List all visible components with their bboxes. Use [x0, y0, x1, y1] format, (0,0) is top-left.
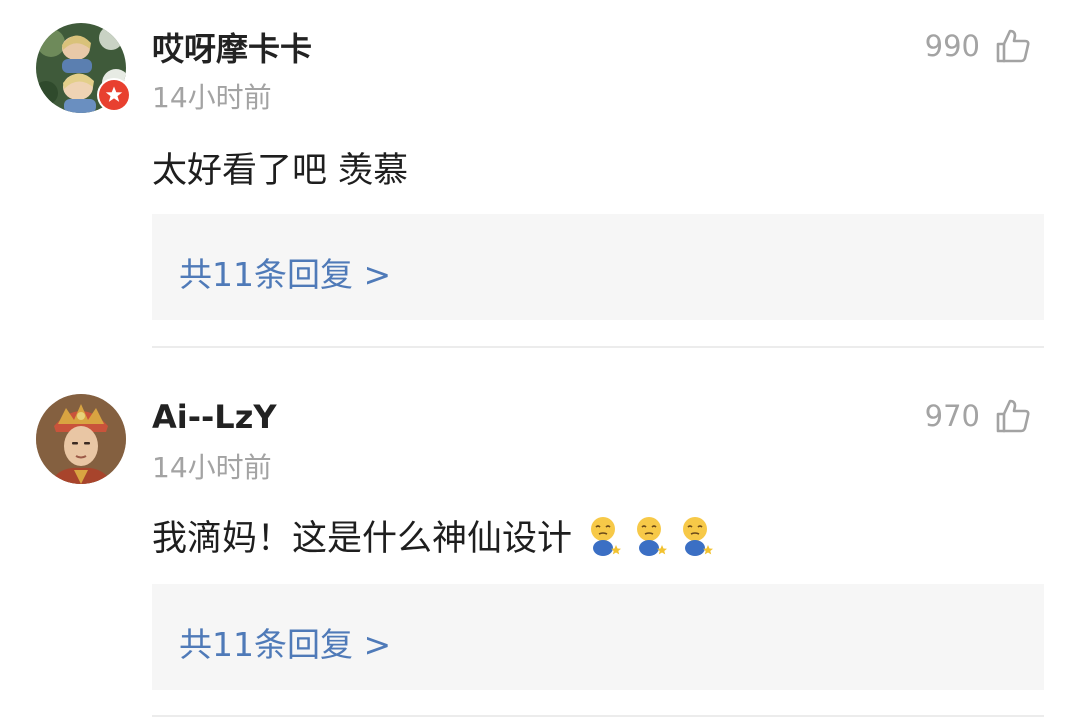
- username[interactable]: 哎呀摩卡卡: [152, 24, 312, 70]
- comment-text: 太好看了吧 羡慕: [152, 142, 408, 193]
- view-replies-link[interactable]: 共11条回复 >: [179, 618, 391, 666]
- comment-item: Ai--LzY 14小时前 970 我滴妈！这是什么神仙设计 共11条回复 >: [0, 370, 1080, 723]
- pleading-face-emoji-icon: [678, 515, 716, 557]
- like-count: 970: [924, 399, 980, 433]
- comment-time: 14小时前: [152, 81, 272, 114]
- comment-body: 太好看了吧 羡慕: [152, 151, 409, 191]
- like-button[interactable]: 990: [925, 24, 1032, 68]
- pleading-face-emoji-icon: [586, 515, 624, 557]
- comment-time: 14小时前: [152, 451, 272, 484]
- divider: [152, 715, 1044, 717]
- thumbs-up-icon: [994, 397, 1032, 435]
- view-replies-link[interactable]: 共11条回复 >: [179, 248, 391, 296]
- pleading-face-emoji-icon: [632, 515, 670, 557]
- comment-text: 我滴妈！这是什么神仙设计: [152, 510, 716, 561]
- emoji-group: [586, 515, 716, 557]
- verified-badge-icon: [97, 78, 131, 112]
- like-count: 990: [924, 29, 980, 63]
- user-avatar[interactable]: [36, 394, 126, 484]
- comment-body: 我滴妈！这是什么神仙设计: [152, 519, 573, 559]
- username[interactable]: Ai--LzY: [152, 398, 276, 436]
- replies-box[interactable]: 共11条回复 >: [152, 214, 1044, 320]
- like-button[interactable]: 970: [925, 394, 1032, 438]
- thumbs-up-icon: [994, 27, 1032, 65]
- comment-item: 哎呀摩卡卡 14小时前 990 太好看了吧 羡慕 共11条回复 >: [0, 0, 1080, 370]
- divider: [152, 346, 1044, 348]
- replies-box[interactable]: 共11条回复 >: [152, 584, 1044, 690]
